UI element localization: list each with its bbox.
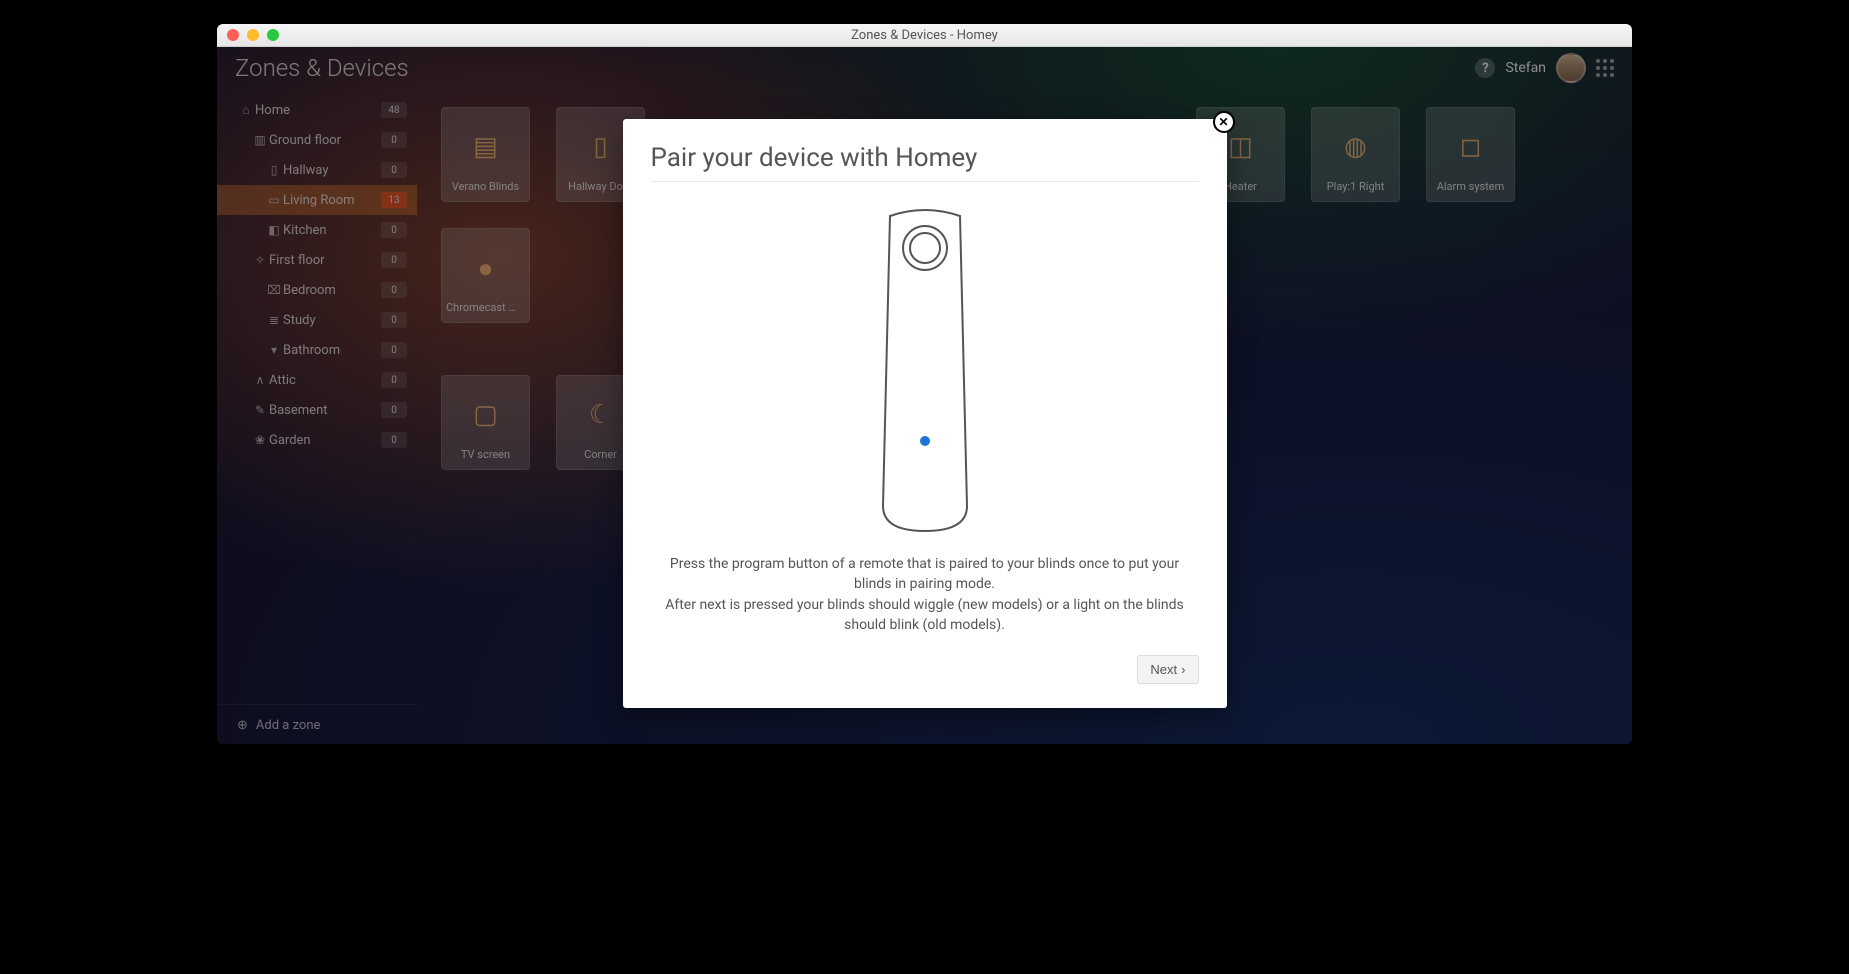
window-titlebar: Zones & Devices - Homey: [217, 24, 1632, 47]
close-icon[interactable]: ✕: [1213, 111, 1235, 133]
remote-illustration: [651, 206, 1199, 536]
chevron-right-icon: ›: [1181, 662, 1185, 677]
modal-instruction-1: Press the program button of a remote tha…: [651, 554, 1199, 595]
next-button[interactable]: Next ›: [1137, 655, 1198, 684]
modal-title: Pair your device with Homey: [651, 143, 1199, 173]
window-title: Zones & Devices - Homey: [217, 28, 1632, 43]
modal-overlay: ✕ Pair your device with Homey Press the …: [217, 47, 1632, 744]
modal-instruction-2: After next is pressed your blinds should…: [651, 595, 1199, 636]
modal-divider: [651, 181, 1199, 182]
app-root: Zones & Devices ? Stefan ⌂Home48▥Ground …: [217, 47, 1632, 744]
next-button-label: Next: [1150, 662, 1177, 677]
pair-device-modal: ✕ Pair your device with Homey Press the …: [623, 119, 1227, 708]
mac-window: Zones & Devices - Homey Zones & Devices …: [217, 24, 1632, 744]
